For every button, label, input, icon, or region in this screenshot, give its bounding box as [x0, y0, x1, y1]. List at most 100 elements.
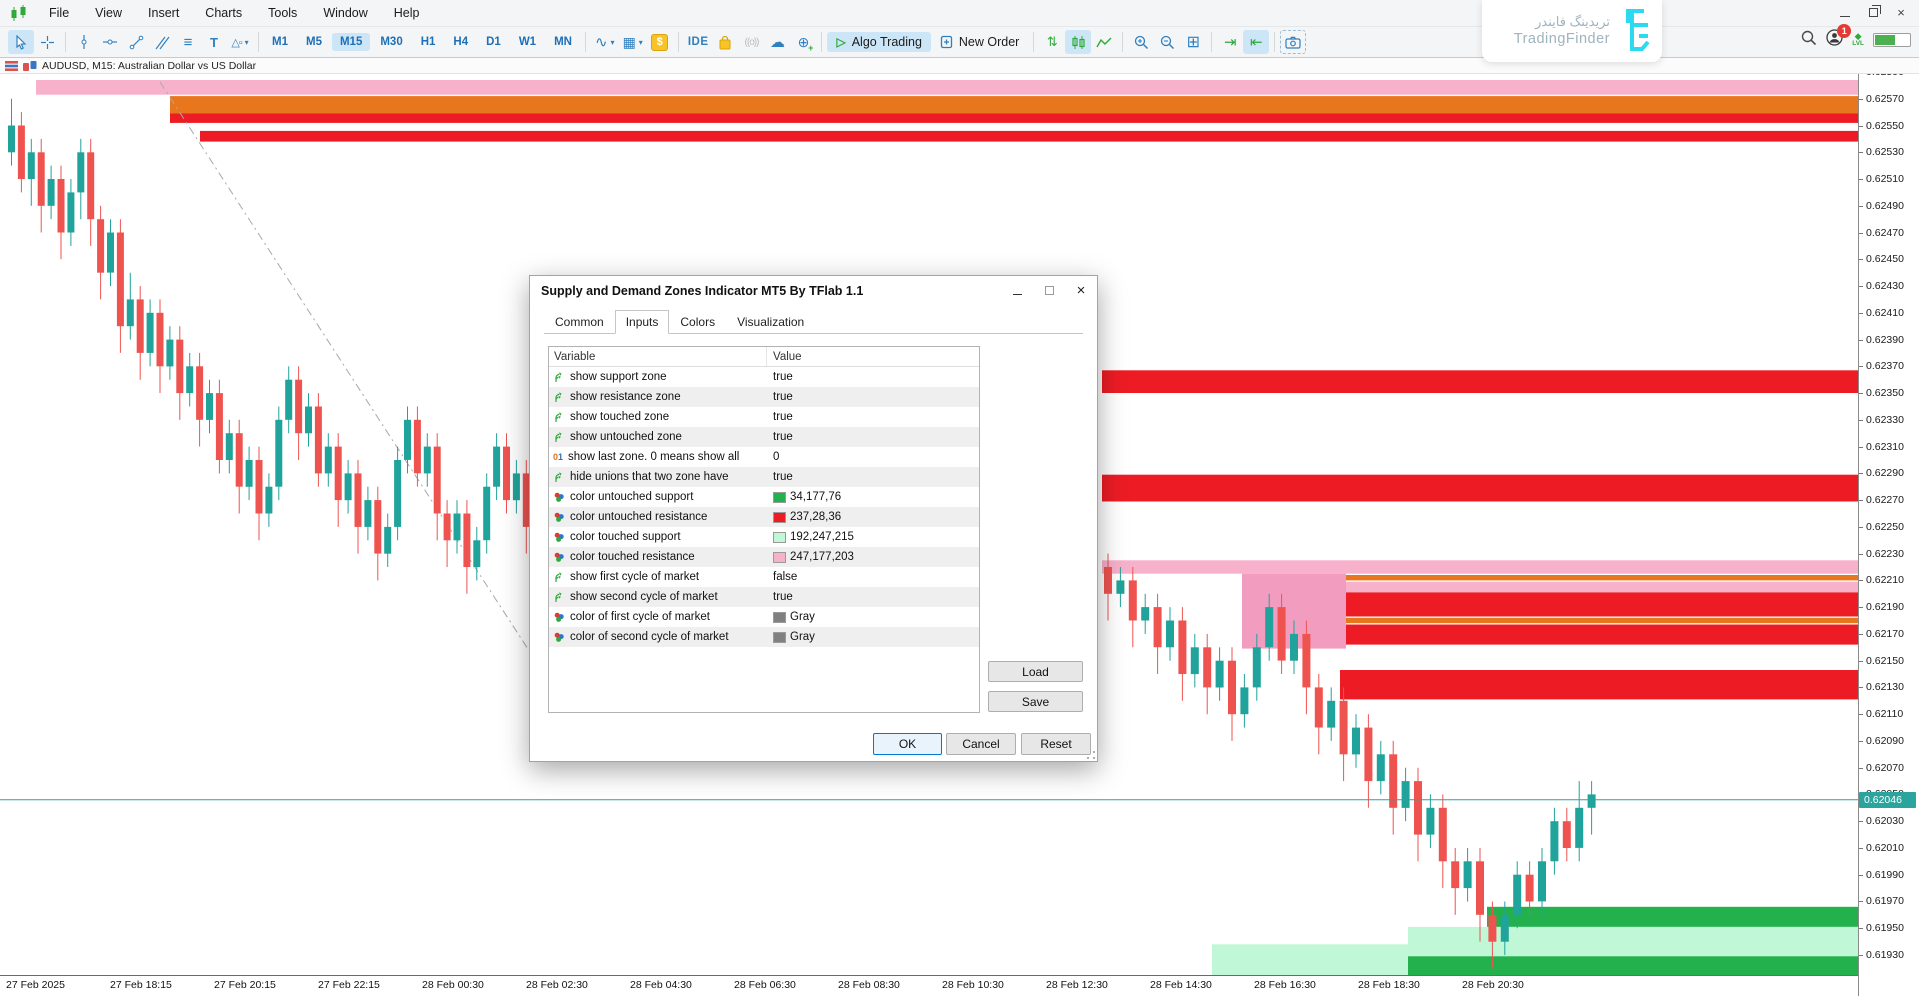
- cursor-tool-button[interactable]: [8, 30, 34, 54]
- param-value-cell[interactable]: 237,28,36: [767, 511, 979, 523]
- price-tick: 0.62250: [1859, 521, 1904, 533]
- zoom-in-button[interactable]: [1128, 30, 1154, 54]
- param-row[interactable]: show first cycle of marketfalse: [549, 567, 979, 587]
- param-row[interactable]: show resistance zonetrue: [549, 387, 979, 407]
- save-button[interactable]: Save: [988, 691, 1083, 712]
- timeframe-d1[interactable]: D1: [478, 33, 509, 51]
- horizontal-line-tool-button[interactable]: [97, 30, 123, 54]
- dialog-close-button[interactable]: ×: [1065, 276, 1097, 304]
- zoom-out-button[interactable]: [1154, 30, 1180, 54]
- param-row[interactable]: hide unions that two zone havetrue: [549, 467, 979, 487]
- profile-button[interactable]: 1: [1826, 29, 1843, 51]
- menu-charts[interactable]: Charts: [192, 1, 255, 25]
- timeframe-w1[interactable]: W1: [511, 33, 544, 51]
- param-value-cell[interactable]: 247,177,203: [767, 551, 979, 563]
- price-axis[interactable]: 0.625900.625700.625500.625300.625100.624…: [1858, 74, 1919, 996]
- menu-file[interactable]: File: [36, 1, 82, 25]
- timeframe-mn[interactable]: MN: [546, 33, 580, 51]
- chart-template-button[interactable]: ▦ ▾: [619, 30, 647, 54]
- window-minimize-button[interactable]: [1833, 2, 1857, 22]
- auto-scroll-button[interactable]: ⇤: [1243, 30, 1269, 54]
- param-value-cell[interactable]: Gray: [767, 631, 979, 643]
- window-restore-button[interactable]: [1861, 2, 1885, 22]
- tab-colors[interactable]: Colors: [669, 310, 726, 334]
- timeframe-h4[interactable]: H4: [445, 33, 476, 51]
- ide-button[interactable]: IDE: [684, 30, 713, 54]
- cancel-button[interactable]: Cancel: [946, 733, 1016, 755]
- tile-windows-button[interactable]: ⊞: [1180, 30, 1206, 54]
- dialog-minimize-button[interactable]: [1001, 276, 1033, 304]
- timeframe-m5[interactable]: M5: [298, 33, 330, 51]
- param-value-cell[interactable]: Gray: [767, 611, 979, 623]
- market-button[interactable]: [712, 30, 738, 54]
- indicators-button[interactable]: ∿ ▾: [591, 30, 619, 54]
- menu-view[interactable]: View: [82, 1, 135, 25]
- param-row[interactable]: 01show last zone. 0 means show all0: [549, 447, 979, 467]
- trendline-tool-button[interactable]: [123, 30, 149, 54]
- screenshot-button[interactable]: [1280, 30, 1306, 54]
- param-value-cell[interactable]: false: [767, 571, 979, 583]
- param-row[interactable]: color untouched support34,177,76: [549, 487, 979, 507]
- resize-grip[interactable]: [1086, 750, 1096, 760]
- cloud-button[interactable]: ☁: [764, 30, 790, 54]
- level-indicator[interactable]: ◆ LVL: [1852, 32, 1864, 48]
- new-order-button[interactable]: New Order: [931, 32, 1028, 52]
- text-tool-button[interactable]: T: [201, 30, 227, 54]
- tab-common[interactable]: Common: [544, 310, 615, 334]
- time-tick: 28 Feb 00:30: [422, 979, 484, 991]
- timeframe-h1[interactable]: H1: [413, 33, 444, 51]
- param-row[interactable]: show untouched zonetrue: [549, 427, 979, 447]
- param-row[interactable]: color of first cycle of marketGray: [549, 607, 979, 627]
- param-row[interactable]: color untouched resistance237,28,36: [549, 507, 979, 527]
- reset-button[interactable]: Reset: [1021, 733, 1091, 755]
- menu-tools[interactable]: Tools: [255, 1, 310, 25]
- param-row[interactable]: show support zonetrue: [549, 367, 979, 387]
- param-row[interactable]: color touched resistance247,177,203: [549, 547, 979, 567]
- param-value-cell[interactable]: 192,247,215: [767, 531, 979, 543]
- param-value-cell[interactable]: true: [767, 371, 979, 383]
- line-chart-mode-button[interactable]: [1091, 30, 1117, 54]
- menu-help[interactable]: Help: [381, 1, 433, 25]
- time-axis[interactable]: 27 Feb 202527 Feb 18:1527 Feb 20:1527 Fe…: [0, 975, 1858, 996]
- shapes-tool-button[interactable]: △▫ ▾: [227, 30, 253, 54]
- fibonacci-tool-button[interactable]: ≡: [175, 30, 201, 54]
- param-value-text: true: [773, 591, 793, 603]
- sort-button[interactable]: ⇅: [1039, 30, 1065, 54]
- vertical-line-tool-button[interactable]: [71, 30, 97, 54]
- param-value-cell[interactable]: true: [767, 471, 979, 483]
- ok-button[interactable]: OK: [873, 733, 942, 755]
- tab-inputs[interactable]: Inputs: [615, 310, 670, 334]
- param-row[interactable]: show second cycle of markettrue: [549, 587, 979, 607]
- toolbar-separator: [585, 32, 586, 52]
- candle-chart-mode-button[interactable]: [1065, 30, 1091, 54]
- search-button[interactable]: [1801, 30, 1817, 51]
- param-value-cell[interactable]: 34,177,76: [767, 491, 979, 503]
- param-row[interactable]: color touched support192,247,215: [549, 527, 979, 547]
- shift-end-button[interactable]: ⇥: [1217, 30, 1243, 54]
- window-close-button[interactable]: ×: [1889, 2, 1913, 22]
- dialog-maximize-button[interactable]: [1033, 276, 1065, 304]
- column-header-variable: Variable: [549, 347, 767, 366]
- web-services-button[interactable]: ⊕+: [790, 30, 816, 54]
- channel-tool-button[interactable]: [149, 30, 175, 54]
- trendline-icon: [129, 35, 144, 50]
- deposit-button[interactable]: $: [647, 30, 673, 54]
- load-button[interactable]: Load: [988, 661, 1083, 682]
- timeframe-m15[interactable]: M15: [332, 33, 370, 51]
- menu-window[interactable]: Window: [310, 1, 380, 25]
- param-value-cell[interactable]: true: [767, 411, 979, 423]
- param-row[interactable]: show touched zonetrue: [549, 407, 979, 427]
- timeframe-m30[interactable]: M30: [372, 33, 410, 51]
- menu-insert[interactable]: Insert: [135, 1, 192, 25]
- param-value-cell[interactable]: 0: [767, 451, 979, 463]
- crosshair-tool-button[interactable]: [34, 30, 60, 54]
- param-value-cell[interactable]: true: [767, 431, 979, 443]
- param-value-cell[interactable]: true: [767, 591, 979, 603]
- tab-visualization[interactable]: Visualization: [726, 310, 815, 334]
- param-value-cell[interactable]: true: [767, 391, 979, 403]
- timeframe-m1[interactable]: M1: [264, 33, 296, 51]
- toolbar-separator: [258, 32, 259, 52]
- signals-button[interactable]: ((o)): [738, 30, 764, 54]
- param-row[interactable]: color of second cycle of marketGray: [549, 627, 979, 647]
- algo-trading-button[interactable]: ▷ Algo Trading: [827, 32, 930, 52]
